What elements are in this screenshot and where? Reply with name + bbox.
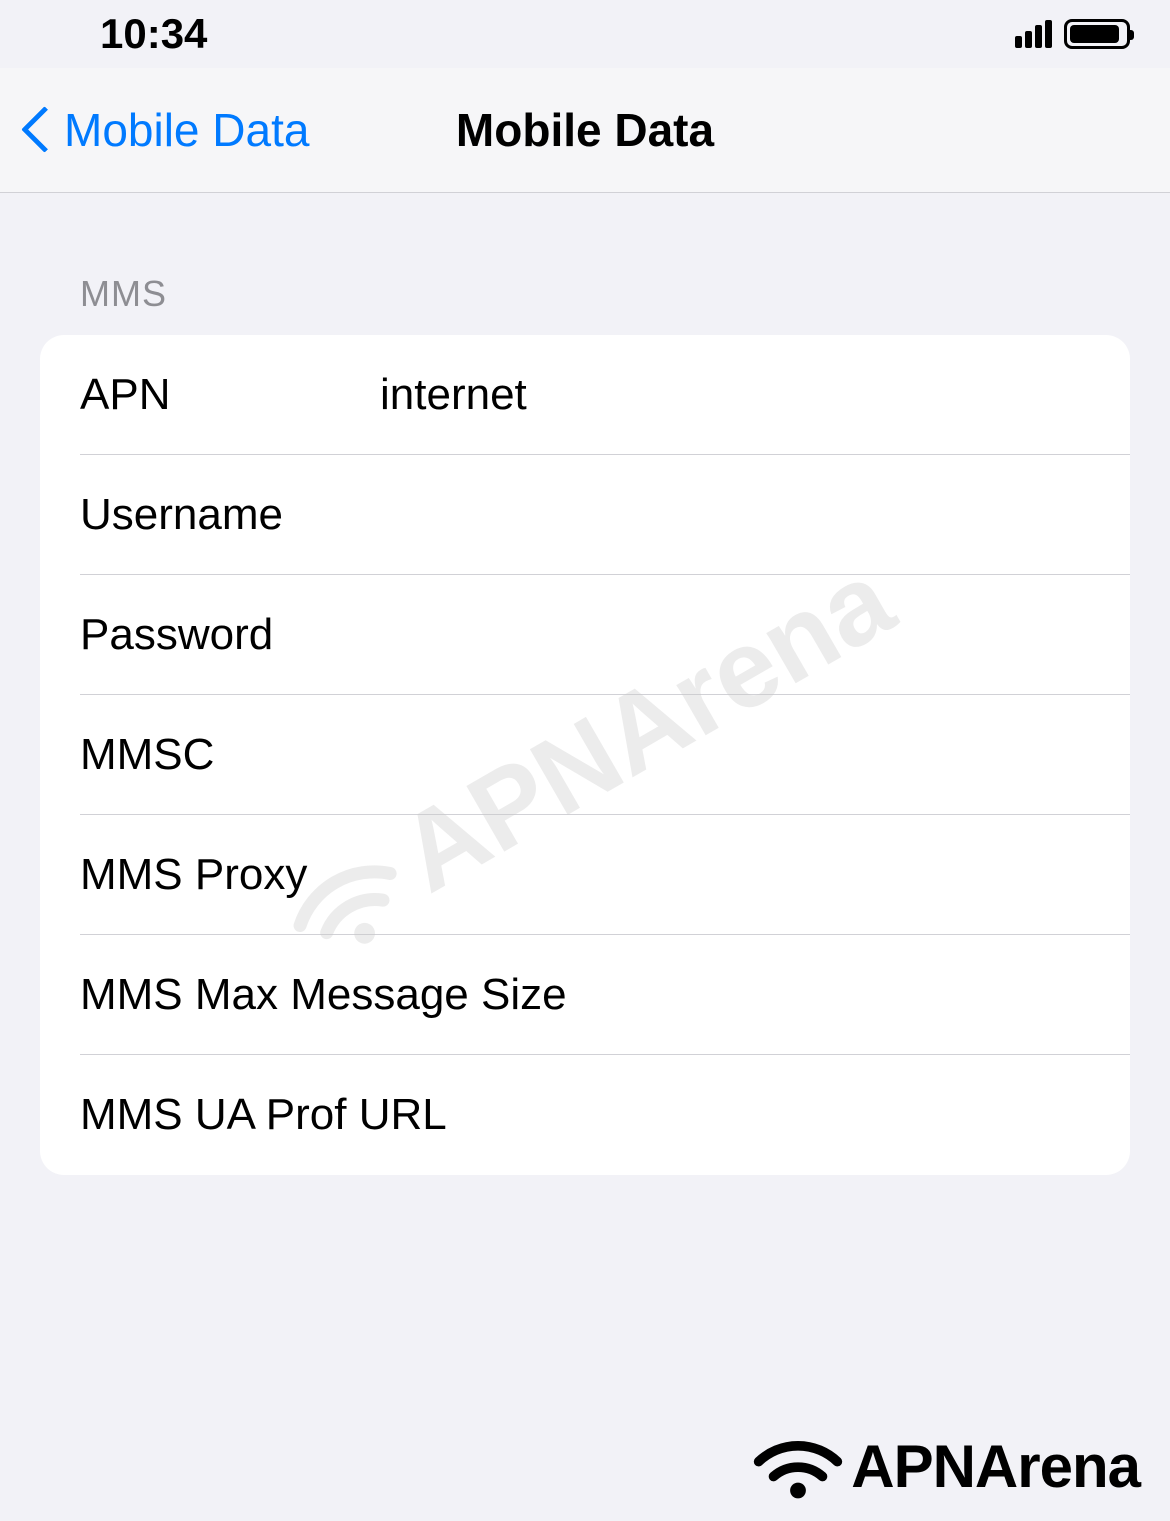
mms-proxy-label: MMS Proxy (80, 850, 380, 900)
battery-icon (1064, 19, 1130, 49)
mms-proxy-row[interactable]: MMS Proxy (40, 815, 1130, 935)
mms-ua-prof-label: MMS UA Prof URL (80, 1090, 1090, 1140)
footer-brand: APNArena (753, 1431, 1140, 1501)
apn-label: APN (80, 370, 380, 420)
section-header-mms: MMS (40, 273, 1130, 315)
status-bar: 10:34 (0, 0, 1170, 68)
footer-brand-text: APNArena (851, 1432, 1140, 1501)
password-label: Password (80, 610, 380, 660)
settings-group-mms: APN Username Password MMSC MMS Proxy MMS… (40, 335, 1130, 1175)
mmsc-label: MMSC (80, 730, 380, 780)
mms-proxy-input[interactable] (380, 850, 1090, 900)
mmsc-input[interactable] (380, 730, 1090, 780)
username-input[interactable] (380, 490, 1090, 540)
chevron-left-icon (20, 108, 44, 152)
mms-ua-prof-row[interactable]: MMS UA Prof URL (40, 1055, 1130, 1175)
status-icons (1015, 19, 1130, 49)
back-button-label: Mobile Data (64, 103, 309, 157)
back-button[interactable]: Mobile Data (0, 103, 309, 157)
username-row[interactable]: Username (40, 455, 1130, 575)
navigation-bar: Mobile Data Mobile Data (0, 68, 1170, 193)
wifi-icon (753, 1431, 843, 1501)
apn-row[interactable]: APN (40, 335, 1130, 455)
mms-max-size-row[interactable]: MMS Max Message Size (40, 935, 1130, 1055)
mms-max-size-label: MMS Max Message Size (80, 970, 1090, 1020)
cellular-signal-icon (1015, 20, 1052, 48)
page-title: Mobile Data (456, 103, 714, 157)
status-time: 10:34 (100, 10, 207, 58)
apn-input[interactable] (380, 370, 1090, 420)
password-row[interactable]: Password (40, 575, 1130, 695)
mmsc-row[interactable]: MMSC (40, 695, 1130, 815)
content-area: MMS APN Username Password MMSC MMS Proxy (0, 193, 1170, 1175)
password-input[interactable] (380, 610, 1090, 660)
username-label: Username (80, 490, 380, 540)
